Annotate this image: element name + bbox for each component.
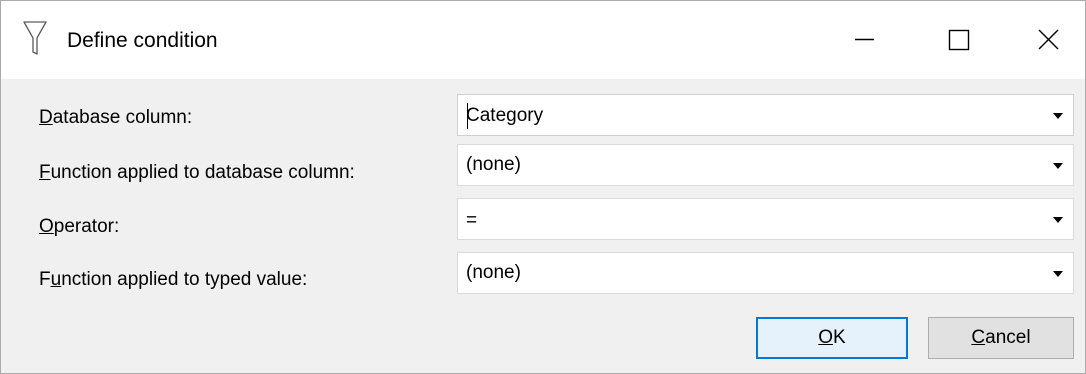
typed-value-function-value: (none) <box>466 262 521 283</box>
database-column-label: Database column: <box>39 107 193 128</box>
column-function-label: Function applied to database column: <box>39 162 355 183</box>
close-icon <box>1038 29 1059 50</box>
database-column-dropdown[interactable]: Category <box>457 94 1074 136</box>
operator-label: Operator: <box>39 216 120 237</box>
column-function-value: (none) <box>466 154 521 175</box>
text-caret <box>467 103 468 129</box>
cancel-button[interactable]: Cancel <box>928 317 1074 359</box>
database-column-value: Category <box>466 105 544 126</box>
chevron-down-icon[interactable] <box>1052 215 1064 225</box>
minimize-button[interactable] <box>834 15 894 63</box>
close-button[interactable] <box>1019 15 1079 63</box>
chevron-down-icon[interactable] <box>1052 161 1064 171</box>
typed-value-function-label: Function applied to typed value: <box>39 269 308 290</box>
chevron-down-icon[interactable] <box>1052 111 1064 121</box>
filter-icon <box>23 21 47 55</box>
operator-value: = <box>466 210 478 231</box>
operator-dropdown[interactable]: = <box>457 198 1074 240</box>
typed-value-function-dropdown[interactable]: (none) <box>457 252 1074 294</box>
column-function-dropdown[interactable]: (none) <box>457 144 1074 186</box>
chevron-down-icon[interactable] <box>1052 269 1064 279</box>
minimize-icon <box>855 38 874 41</box>
ok-button[interactable]: OK <box>756 317 908 359</box>
maximize-icon <box>948 29 970 51</box>
define-condition-dialog: Define condition Database column: Catego… <box>0 0 1086 374</box>
title-bar[interactable]: Define condition <box>1 1 1085 79</box>
maximize-button[interactable] <box>929 15 989 63</box>
window-title: Define condition <box>67 29 218 52</box>
